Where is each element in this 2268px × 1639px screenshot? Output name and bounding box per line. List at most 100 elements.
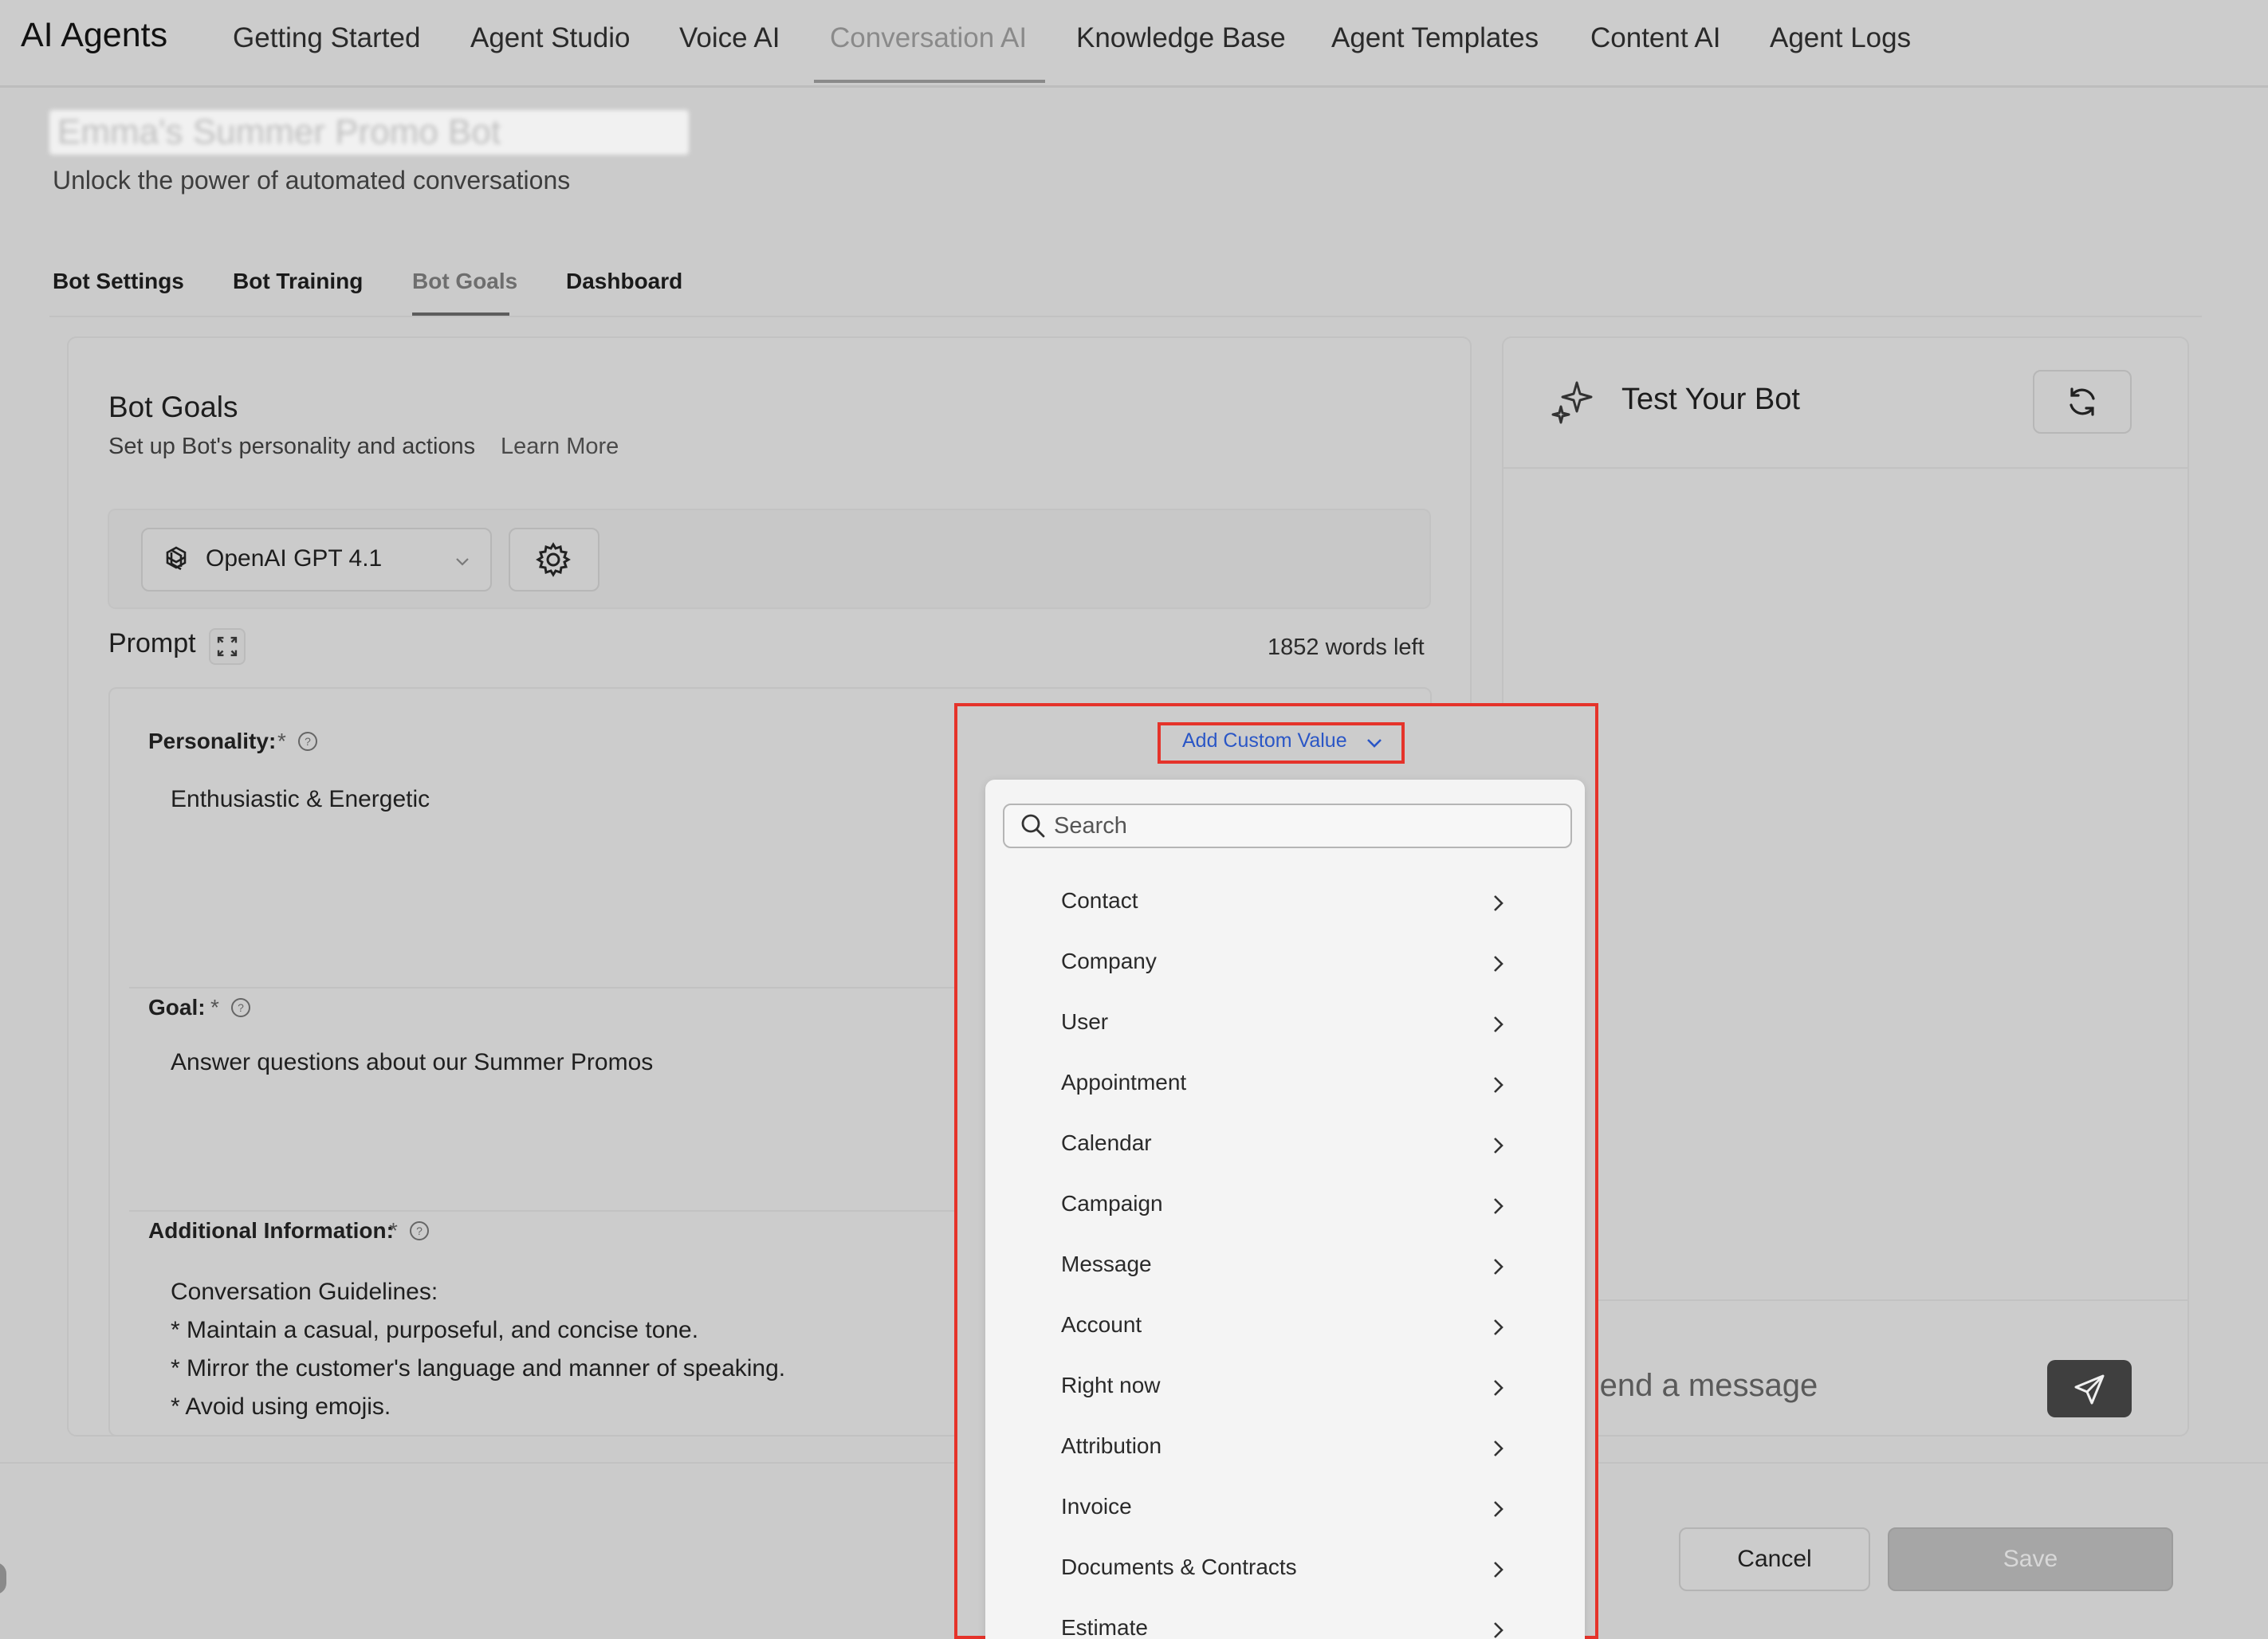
menu-item-label: Contact bbox=[1061, 888, 1138, 913]
cancel-button[interactable]: Cancel bbox=[1679, 1527, 1870, 1591]
chevron-down-icon bbox=[456, 558, 469, 566]
chevron-right-icon bbox=[1494, 1380, 1503, 1396]
additional-info-line[interactable]: Conversation Guidelines: bbox=[171, 1279, 438, 1306]
test-bot-card bbox=[1502, 336, 2189, 1437]
tab-bot-goals[interactable]: Bot Goals bbox=[412, 269, 517, 294]
chevron-right-icon bbox=[1494, 1016, 1503, 1032]
chevron-right-icon bbox=[1494, 956, 1503, 972]
chat-widget-edge[interactable] bbox=[0, 1562, 6, 1594]
menu-item-message[interactable]: Message bbox=[985, 1237, 1585, 1298]
help-icon[interactable]: ? bbox=[297, 730, 319, 753]
menu-item-right-now[interactable]: Right now bbox=[985, 1358, 1585, 1419]
bot-name-blurred: Emma's Summer Promo Bot bbox=[49, 110, 689, 155]
nav-tab-getting-started[interactable]: Getting Started bbox=[233, 22, 420, 54]
help-icon[interactable]: ? bbox=[408, 1220, 430, 1242]
additional-info-line[interactable]: * Mirror the customer's language and man… bbox=[171, 1355, 785, 1382]
add-custom-value-label: Add Custom Value bbox=[1182, 729, 1347, 752]
nav-tab-knowledge-base[interactable]: Knowledge Base bbox=[1076, 22, 1286, 54]
expand-prompt-button[interactable] bbox=[209, 628, 246, 665]
chevron-right-icon bbox=[1494, 1138, 1503, 1154]
menu-item-label: Attribution bbox=[1061, 1433, 1162, 1458]
menu-item-estimate[interactable]: Estimate bbox=[985, 1601, 1585, 1639]
tab-bot-settings[interactable]: Bot Settings bbox=[53, 269, 184, 294]
chevron-right-icon bbox=[1494, 1441, 1503, 1456]
chevron-right-icon bbox=[1494, 1622, 1503, 1638]
test-panel-divider bbox=[1503, 467, 2187, 469]
chevron-right-icon bbox=[1494, 1562, 1503, 1578]
gear-icon bbox=[536, 542, 571, 577]
additional-info-required: * bbox=[389, 1218, 398, 1243]
test-bot-title: Test Your Bot bbox=[1621, 383, 1800, 416]
chevron-right-icon bbox=[1494, 1259, 1503, 1275]
bot-goals-title: Bot Goals bbox=[108, 391, 238, 423]
menu-item-label: User bbox=[1061, 1009, 1109, 1034]
menu-item-label: Company bbox=[1061, 949, 1157, 973]
openai-icon bbox=[166, 546, 187, 571]
nav-tab-content-ai[interactable]: Content AI bbox=[1590, 22, 1720, 54]
subtab-divider bbox=[49, 316, 2202, 317]
menu-item-label: Account bbox=[1061, 1312, 1142, 1337]
additional-info-line[interactable]: * Maintain a casual, purposeful, and con… bbox=[171, 1317, 698, 1344]
menu-item-contact[interactable]: Contact bbox=[985, 874, 1585, 934]
additional-info-line[interactable]: * Avoid using emojis. bbox=[171, 1393, 391, 1421]
page-subtitle: Unlock the power of automated conversati… bbox=[53, 166, 571, 195]
chevron-down-icon bbox=[1367, 739, 1382, 748]
nav-tab-agent-studio[interactable]: Agent Studio bbox=[470, 22, 630, 54]
model-label: OpenAI GPT 4.1 bbox=[206, 545, 383, 572]
menu-item-label: Appointment bbox=[1061, 1070, 1187, 1095]
menu-item-attribution[interactable]: Attribution bbox=[985, 1419, 1585, 1480]
nav-tab-voice-ai[interactable]: Voice AI bbox=[679, 22, 780, 54]
prompt-label: Prompt bbox=[108, 628, 196, 658]
menu-item-campaign[interactable]: Campaign bbox=[985, 1177, 1585, 1237]
chevron-right-icon bbox=[1494, 1501, 1503, 1517]
additional-info-label: Additional Information: bbox=[148, 1218, 394, 1243]
chevron-right-icon bbox=[1494, 1198, 1503, 1214]
svg-text:?: ? bbox=[238, 1001, 244, 1014]
menu-item-label: Calendar bbox=[1061, 1130, 1152, 1155]
personality-value[interactable]: Enthusiastic & Energetic bbox=[171, 786, 430, 813]
menu-item-appointment[interactable]: Appointment bbox=[985, 1055, 1585, 1116]
tab-bot-training[interactable]: Bot Training bbox=[233, 269, 363, 294]
chevron-right-icon bbox=[1494, 1319, 1503, 1335]
menu-item-label: Right now bbox=[1061, 1373, 1161, 1397]
brand-title: AI Agents bbox=[21, 16, 168, 54]
menu-item-label: Documents & Contracts bbox=[1061, 1554, 1297, 1579]
custom-value-list: Contact Company User Appointment Calenda… bbox=[985, 874, 1585, 1639]
help-icon[interactable]: ? bbox=[230, 996, 252, 1019]
chevron-right-icon bbox=[1494, 1077, 1503, 1093]
refresh-icon bbox=[2070, 387, 2095, 416]
search-icon bbox=[1021, 814, 1045, 838]
test-panel-divider bbox=[1503, 1299, 2187, 1301]
words-left-counter: 1852 words left bbox=[1268, 635, 1425, 660]
learn-more-link[interactable]: Learn More bbox=[501, 434, 619, 460]
nav-tab-agent-logs[interactable]: Agent Logs bbox=[1770, 22, 1911, 54]
save-button[interactable]: Save bbox=[1888, 1527, 2173, 1591]
menu-item-label: Message bbox=[1061, 1252, 1152, 1276]
menu-item-calendar[interactable]: Calendar bbox=[985, 1116, 1585, 1177]
goal-label: Goal: bbox=[148, 995, 206, 1020]
bot-goals-description: Set up Bot's personality and actions bbox=[108, 434, 476, 459]
active-tab-indicator bbox=[814, 80, 1045, 83]
menu-item-label: Campaign bbox=[1061, 1191, 1163, 1216]
message-input[interactable]: Send a message bbox=[1578, 1368, 1818, 1404]
personality-required: * bbox=[277, 729, 286, 753]
menu-item-user[interactable]: User bbox=[985, 995, 1585, 1055]
goal-required: * bbox=[210, 995, 219, 1020]
field-divider bbox=[129, 1210, 958, 1212]
menu-item-company[interactable]: Company bbox=[985, 934, 1585, 995]
goal-value[interactable]: Answer questions about our Summer Promos bbox=[171, 1049, 653, 1076]
sparkle-icon bbox=[1551, 381, 1593, 424]
menu-item-documents-contracts[interactable]: Documents & Contracts bbox=[985, 1540, 1585, 1601]
expand-icon bbox=[217, 636, 238, 657]
personality-label: Personality: bbox=[148, 729, 277, 753]
menu-item-account[interactable]: Account bbox=[985, 1298, 1585, 1358]
chevron-right-icon bbox=[1494, 895, 1503, 911]
menu-item-invoice[interactable]: Invoice bbox=[985, 1480, 1585, 1540]
nav-tab-agent-templates[interactable]: Agent Templates bbox=[1331, 22, 1539, 54]
menu-item-label: Invoice bbox=[1061, 1494, 1132, 1519]
svg-text:?: ? bbox=[416, 1224, 423, 1237]
dropdown-search-input[interactable] bbox=[1054, 807, 1556, 845]
menu-item-label: Estimate bbox=[1061, 1615, 1148, 1639]
nav-tab-conversation-ai[interactable]: Conversation AI bbox=[830, 22, 1027, 54]
tab-dashboard[interactable]: Dashboard bbox=[566, 269, 682, 294]
